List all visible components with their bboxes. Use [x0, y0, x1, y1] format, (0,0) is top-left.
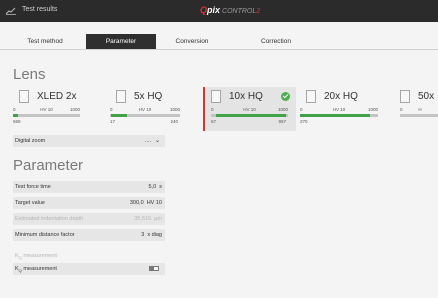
chart-icon [6, 7, 16, 15]
kq-measurement-toggle[interactable] [149, 266, 159, 271]
tab-bar: Test method Parameter Conversion Correct… [0, 34, 438, 50]
lens-card-3[interactable]: 10x HQ 0 HV 10 1000 67 967 [203, 87, 296, 131]
lens-range-track [400, 114, 438, 117]
app-logo: Qpix CONTROL2 [200, 5, 261, 15]
parameter-section-title: Parameter [13, 157, 84, 174]
tab-divider [0, 49, 438, 50]
digital-zoom-value: .... [144, 138, 151, 144]
digital-zoom-select[interactable]: Digital zoom .... ⌄ [13, 135, 165, 147]
tab-correction[interactable]: Correction [244, 34, 308, 50]
minimum-distance-field[interactable]: Minimum distance factor 3 x diag [13, 229, 165, 241]
target-value-field[interactable]: Target value 300,0 HV 10 [13, 197, 165, 209]
lens-range-track [13, 114, 80, 117]
tab-test-method[interactable]: Test method [8, 34, 82, 50]
toggle-knob [150, 267, 154, 270]
title-bar: Test results Qpix CONTROL2 [0, 0, 438, 22]
lens-checkbox[interactable] [400, 90, 410, 103]
lens-name: 50x [418, 91, 435, 102]
tab-conversion[interactable]: Conversion [160, 34, 224, 50]
lens-section-title: Lens [13, 66, 46, 83]
kq-measurement-row: KQ measurement [13, 263, 165, 275]
lens-name: XLED 2x [37, 91, 77, 102]
chevron-down-icon: ⌄ [154, 138, 160, 144]
window-title: Test results [22, 6, 58, 13]
check-circle-icon [281, 92, 290, 101]
test-force-time-field[interactable]: Test force time 5,0 s [13, 181, 165, 193]
indentation-depth-field: Estimated indentation depth 35,515 µm [13, 213, 165, 225]
lens-card-1[interactable]: XLED 2x 0 HV 10 1000 569 [13, 87, 105, 131]
lens-range-track [110, 114, 180, 117]
lens-card-4[interactable]: 20x HQ 0 HV 10 1000 270 [300, 87, 392, 131]
lens-range-fill [300, 114, 371, 117]
lens-checkbox[interactable] [211, 90, 221, 103]
lens-name: 5x HQ [134, 91, 163, 102]
lens-checkbox[interactable] [19, 90, 29, 103]
digital-zoom-label: Digital zoom [15, 138, 46, 144]
lens-name: 10x HQ [229, 91, 263, 102]
tab-parameter[interactable]: Parameter [86, 34, 156, 50]
lens-card-5[interactable]: 50x 0 H [400, 87, 438, 131]
lens-range-fill [216, 114, 286, 117]
lens-checkbox[interactable] [306, 90, 316, 103]
lens-name: 20x HQ [324, 91, 358, 102]
kq-measurement-label: KQ measurement [15, 253, 57, 261]
lens-range-fill [111, 114, 127, 117]
lens-range-track [211, 114, 288, 117]
lens-range-fill [13, 114, 19, 117]
selection-indicator [203, 87, 205, 131]
lens-card-2[interactable]: 5x HQ 0 HV 10 1000 17 240 [110, 87, 202, 131]
lens-checkbox[interactable] [116, 90, 126, 103]
lens-range-track [300, 114, 378, 117]
